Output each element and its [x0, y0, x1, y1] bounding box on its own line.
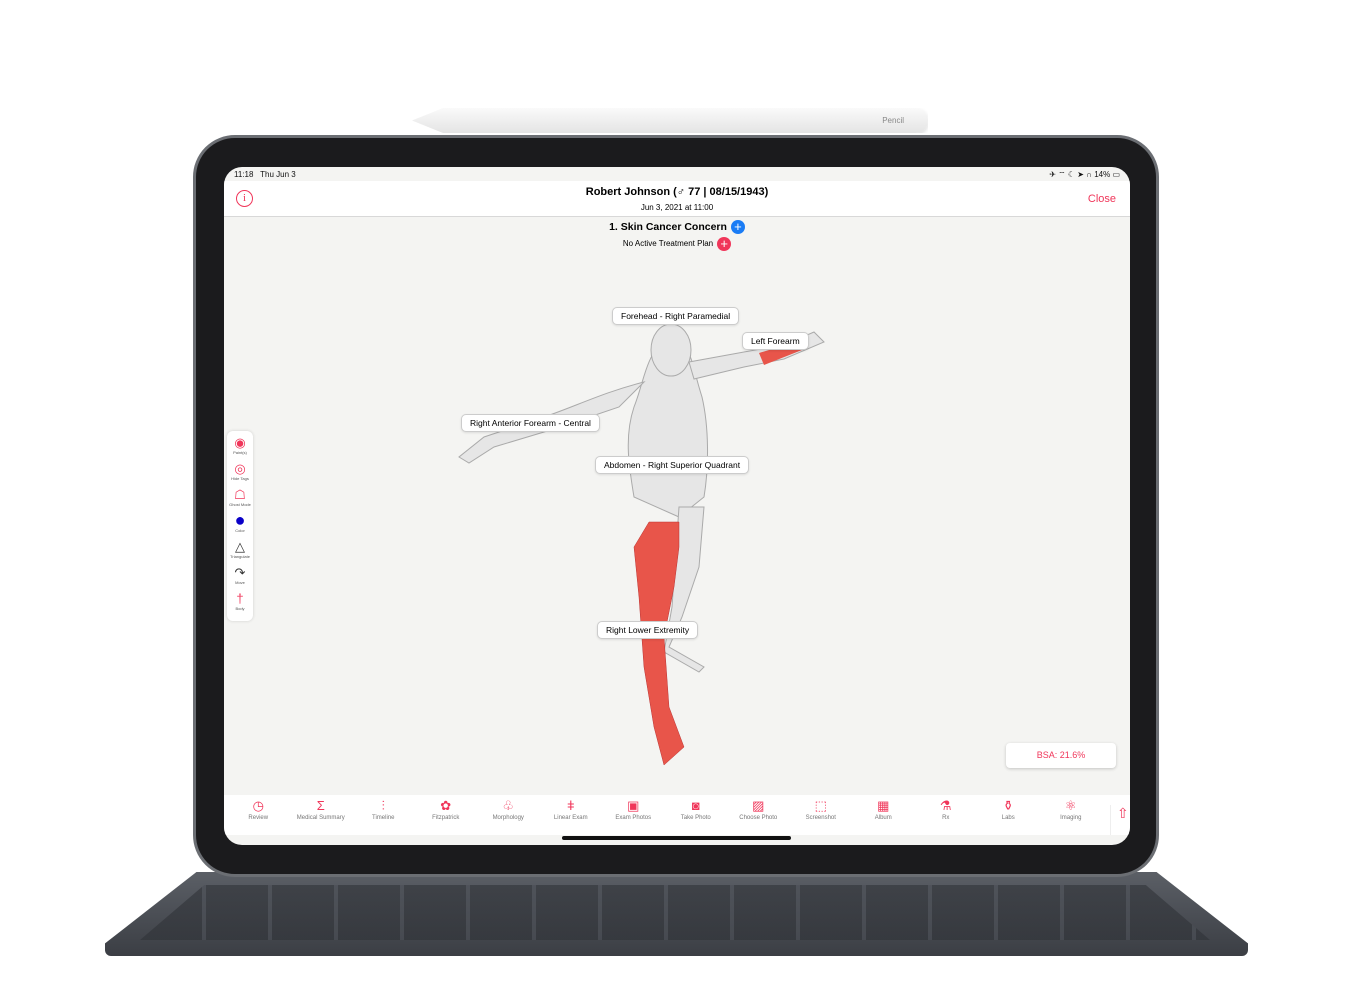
tab-screenshot[interactable]: ⬚ Screenshot: [790, 795, 853, 835]
app-screen: i Robert Johnson (♂ 77 | 08/15/1943) Jun…: [224, 167, 1130, 845]
share-arrow-icon[interactable]: ⇧: [1110, 805, 1129, 835]
tab-fitzpatrick[interactable]: ✿ Fitzpatrick: [415, 795, 478, 835]
tag-abdomen[interactable]: Abdomen - Right Superior Quadrant: [595, 456, 750, 474]
tag-right-anterior-forearm[interactable]: Right Anterior Forearm - Central: [461, 414, 600, 432]
tool-palette: ◉ Paint(s) ◎ Hide Tags ☖ Ghost Mode ● Color …: [227, 431, 253, 621]
screenshot-icon: ⬚: [814, 798, 827, 813]
body-model[interactable]: [224, 167, 1130, 845]
tab-timeline[interactable]: ⫶ Timeline: [352, 795, 415, 835]
camera-icon: ◙: [691, 798, 700, 813]
tab-imaging[interactable]: ⚛ Imaging: [1040, 795, 1103, 835]
tab-album[interactable]: ▦ Album: [852, 795, 915, 835]
album-icon: ▦: [877, 798, 890, 813]
eye-icon: ◎: [234, 461, 246, 476]
home-indicator[interactable]: [562, 836, 791, 840]
sigma-icon: Σ: [316, 798, 325, 813]
photos-icon: ▣: [627, 798, 640, 813]
target-icon: ◉: [234, 435, 246, 450]
atom-icon: ⚛: [1064, 798, 1077, 813]
move-icon: ↷: [234, 565, 246, 580]
body-head[interactable]: [650, 323, 692, 377]
tool-color[interactable]: ● Color: [234, 510, 246, 539]
tool-triangulate[interactable]: △ Triangulate: [230, 539, 250, 565]
tab-review[interactable]: ◷ Review: [227, 795, 290, 835]
tab-labs[interactable]: ⚱ Labs: [977, 795, 1040, 835]
tag-forehead[interactable]: Forehead - Right Paramedial: [612, 307, 740, 325]
bsa-readout: BSA: 21.6%: [1006, 743, 1116, 768]
tag-left-forearm[interactable]: Left Forearm: [742, 332, 809, 350]
tab-rx[interactable]: ⚗ Rx: [915, 795, 978, 835]
highlight-right-leg[interactable]: [633, 521, 685, 766]
tool-move[interactable]: ↷ Move: [235, 565, 246, 591]
tool-paint[interactable]: ◉ Paint(s): [233, 435, 247, 461]
flask-icon: ⚱: [1002, 798, 1014, 813]
body-icon: †: [236, 591, 244, 606]
keyboard-keys: [140, 885, 1210, 940]
color-swatch-icon: ●: [234, 510, 246, 530]
clock-icon: ◷: [252, 798, 264, 813]
triangle-icon: △: [235, 539, 245, 554]
tab-medical-summary[interactable]: Σ Medical Summary: [290, 795, 353, 835]
tab-exam-photos[interactable]: ▣ Exam Photos: [602, 795, 665, 835]
apple-pencil: Pencil: [412, 108, 928, 133]
mortar-pestle-icon: ⚗: [939, 798, 952, 813]
ghost-icon: ☖: [234, 487, 246, 502]
figure-icon: ǂ: [566, 798, 575, 813]
tab-take-photo[interactable]: ◙ Take Photo: [665, 795, 728, 835]
morphology-icon: ♧: [502, 798, 515, 813]
fitzpatrick-icon: ✿: [440, 798, 452, 813]
tab-morphology[interactable]: ♧ Morphology: [477, 795, 540, 835]
timeline-icon: ⫶: [381, 798, 385, 813]
tab-linear-exam[interactable]: ǂ Linear Exam: [540, 795, 603, 835]
tab-choose-photo[interactable]: ▨ Choose Photo: [727, 795, 790, 835]
tag-right-lower-extremity[interactable]: Right Lower Extremity: [597, 621, 699, 639]
tool-body[interactable]: † Body: [235, 591, 244, 617]
bottom-toolbar: ◷ Review Σ Medical Summary ⫶ Timeline ✿ Fitz…: [224, 795, 1130, 835]
choose-photo-icon: ▨: [752, 798, 765, 813]
tool-hide-tags[interactable]: ◎ Hide Tags: [231, 461, 249, 487]
